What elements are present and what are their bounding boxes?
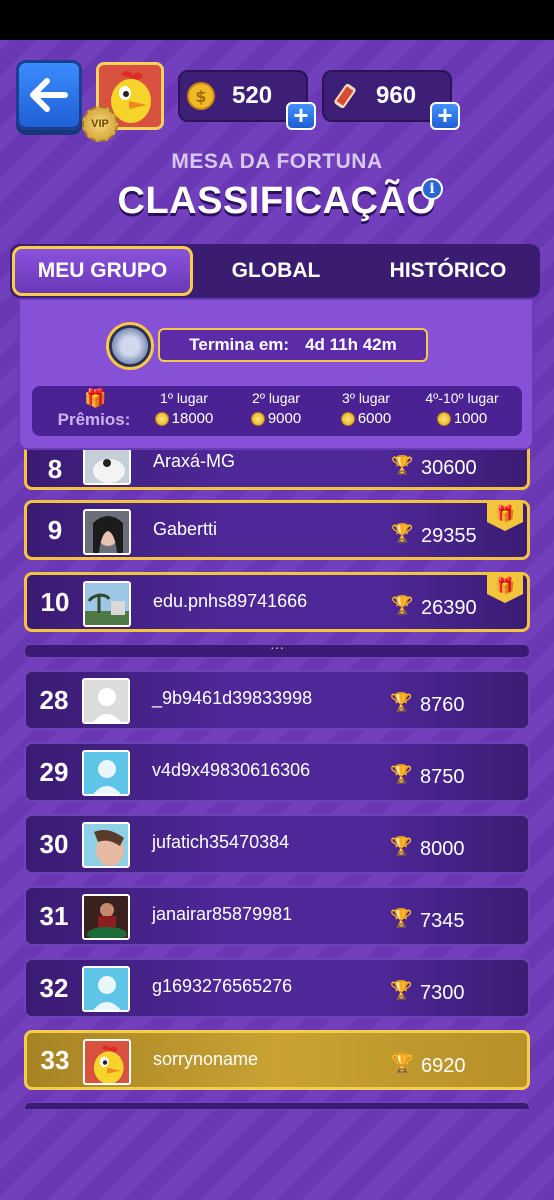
- leaderboard-row-current-player[interactable]: 33 sorrynoname 🏆 6920: [24, 1030, 530, 1090]
- trophy-icon: 🏆: [390, 980, 413, 1000]
- tickets-value: 960: [376, 82, 417, 109]
- coin-icon: $: [187, 82, 215, 110]
- tab-bar: MEU GRUPO GLOBAL HISTÓRICO: [10, 244, 540, 298]
- game-subtitle: MESA DA FORTUNA: [171, 150, 383, 173]
- trophy-icon: 🏆: [390, 836, 413, 856]
- trophy-icon: 🏆: [391, 595, 414, 615]
- timer-label: Termina em:: [189, 335, 290, 354]
- prize-1: 1º lugar 18000: [134, 390, 234, 427]
- stopwatch-icon: [106, 322, 154, 370]
- gift-icon: 🎁: [84, 388, 107, 408]
- info-icon[interactable]: i: [421, 178, 443, 200]
- leaderboard-row[interactable]: 28 _9b9461d39833998 🏆 8760: [24, 670, 530, 730]
- trophy-icon: 🏆: [391, 1053, 414, 1073]
- coin-icon: [436, 411, 451, 426]
- leaderboard-row[interactable]: 10 edu.pnhs89741666 🏆 26390 🎁: [24, 572, 530, 632]
- status-bar: [0, 0, 554, 40]
- prize-2: 2º lugar 9000: [250, 390, 302, 427]
- avatar: [82, 678, 130, 724]
- chicken-avatar-icon: [85, 1041, 129, 1083]
- timer-value: 4d 11h 42m: [305, 335, 397, 354]
- tab-historico[interactable]: HISTÓRICO: [356, 244, 540, 298]
- page-title: CLASSIFICAÇÃO: [117, 180, 437, 222]
- tab-global[interactable]: GLOBAL: [196, 244, 356, 298]
- trophy-icon: 🏆: [391, 455, 414, 475]
- back-button[interactable]: [16, 60, 82, 130]
- coin-icon: [154, 411, 169, 426]
- leaderboard-row[interactable]: 29 v4d9x49830616306 🏆 8750: [24, 742, 530, 802]
- next-row-edge: [24, 1102, 530, 1110]
- avatar: [82, 822, 130, 868]
- avatar: [83, 1039, 131, 1085]
- avatar: [83, 581, 131, 627]
- coins-value: 520: [232, 82, 273, 109]
- leaderboard-row[interactable]: 9 Gabertti 🏆 29355 🎁: [24, 500, 530, 560]
- avatar: [82, 966, 130, 1012]
- avatar: [82, 750, 130, 796]
- prize-4-10: 4º-10º lugar 1000: [425, 390, 499, 427]
- avatar: [82, 894, 130, 940]
- tab-meu-grupo[interactable]: MEU GRUPO: [12, 246, 193, 296]
- prizes-box: 🎁 Prêmios: 1º lugar 18000 2º lugar 9000 …: [32, 386, 522, 436]
- panel-edge: [18, 440, 534, 450]
- ticket-scroll-icon: [334, 83, 356, 109]
- gift-icon: 🎁: [487, 573, 523, 603]
- svg-text:$: $: [195, 87, 206, 106]
- add-coins-button[interactable]: +: [286, 102, 316, 130]
- add-tickets-button[interactable]: +: [430, 102, 460, 130]
- ellipsis-separator: ···: [24, 640, 530, 658]
- coin-icon: [250, 411, 265, 426]
- vip-badge: VIP: [82, 106, 118, 142]
- gift-icon: 🎁: [487, 501, 523, 531]
- trophy-icon: 🏆: [390, 764, 413, 784]
- coin-icon: [340, 411, 355, 426]
- avatar: [83, 509, 131, 555]
- trophy-icon: 🏆: [391, 523, 414, 543]
- prize-3: 3º lugar 6000: [340, 390, 392, 427]
- leaderboard-row[interactable]: 31 janairar85879981 🏆 7345: [24, 886, 530, 946]
- trophy-icon: 🏆: [390, 908, 413, 928]
- prizes-label: Prêmios:: [57, 410, 131, 429]
- back-arrow-icon: [30, 78, 68, 112]
- timer-box: Termina em: 4d 11h 42m: [158, 328, 428, 362]
- group-info-panel: Termina em: 4d 11h 42m 🎁 Prêmios: 1º lug…: [18, 298, 534, 450]
- leaderboard-row[interactable]: 30 jufatich35470384 🏆 8000: [24, 814, 530, 874]
- leaderboard-row[interactable]: 32 g1693276565276 🏆 7300: [24, 958, 530, 1018]
- trophy-icon: 🏆: [390, 692, 413, 712]
